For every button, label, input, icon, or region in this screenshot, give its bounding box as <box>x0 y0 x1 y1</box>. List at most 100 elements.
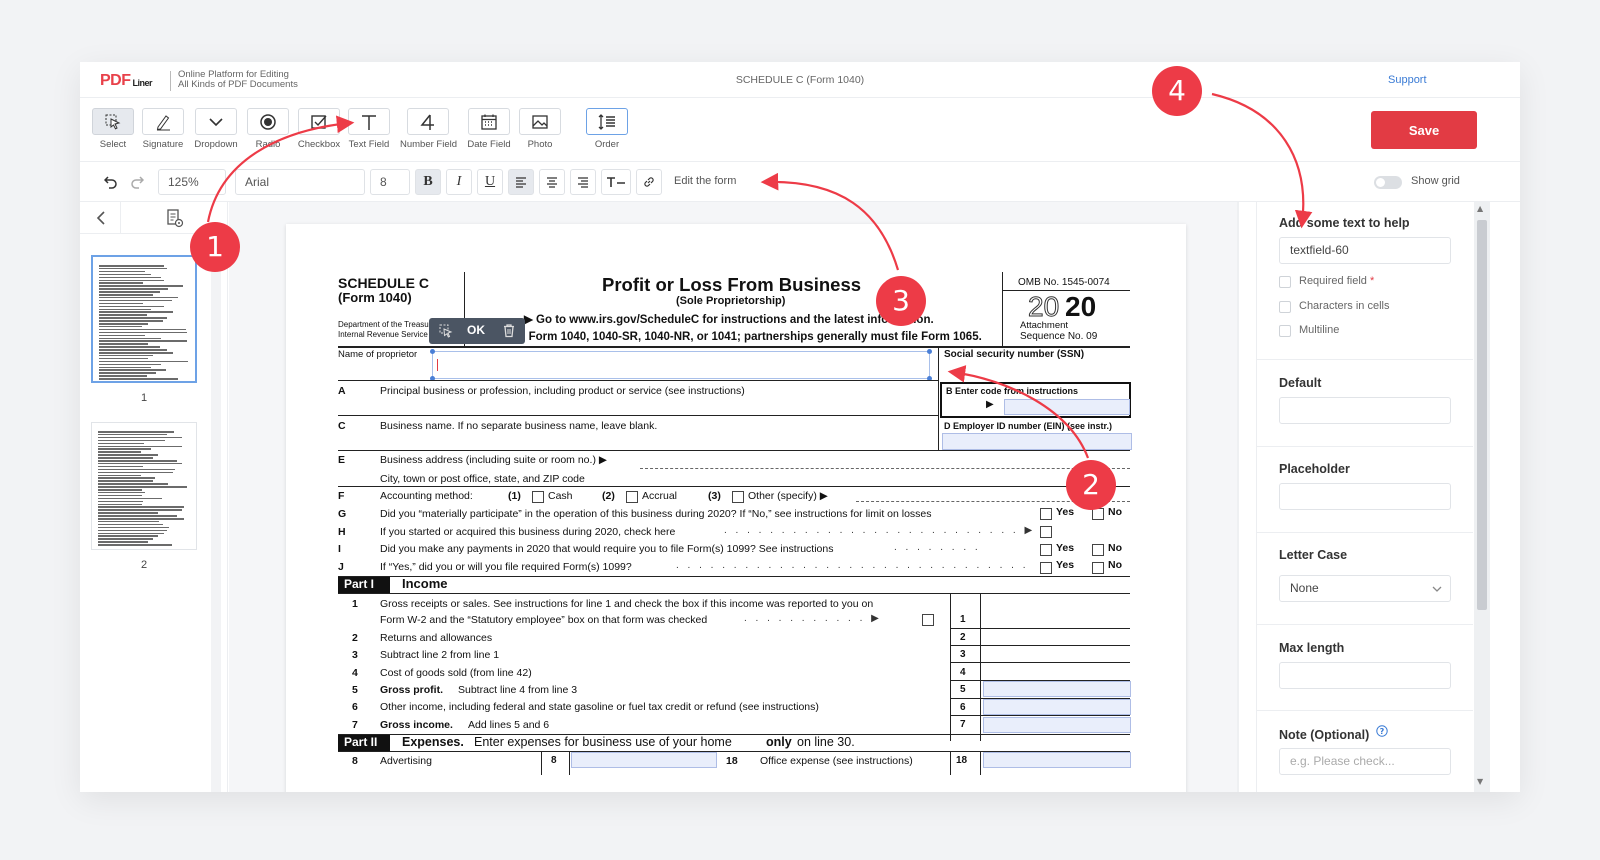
tool-photo[interactable]: Photo <box>512 108 568 150</box>
tool-radio[interactable]: Radio <box>240 108 296 150</box>
note-input[interactable]: e.g. Please check... <box>1279 748 1451 775</box>
j-no-checkbox[interactable] <box>1092 562 1104 574</box>
thumbnail-line <box>98 509 183 511</box>
redo-button[interactable] <box>124 169 150 195</box>
line-6-field[interactable] <box>983 699 1131 715</box>
default-input[interactable] <box>1279 397 1451 424</box>
select-icon[interactable] <box>439 324 453 338</box>
field-toolbar: Select Signature Dropdown Radio Checkbox… <box>80 98 1520 162</box>
align-center-button[interactable] <box>539 169 565 195</box>
l18-text: Office expense (see instructions) <box>760 755 913 767</box>
thumbnail-line <box>98 465 144 468</box>
save-button[interactable]: Save <box>1371 111 1477 149</box>
scroll-down-icon[interactable]: ▼ <box>1477 777 1483 786</box>
thumbnail-line <box>99 375 147 377</box>
tool-signature[interactable]: Signature <box>135 108 191 150</box>
canvas-scrollbar[interactable]: ▲ ▼ <box>1237 202 1239 792</box>
tool-text-field[interactable]: Text Field <box>341 108 397 150</box>
j-yes-checkbox[interactable] <box>1040 562 1052 574</box>
statutory-employee-checkbox[interactable] <box>922 614 934 626</box>
properties-scrollbar[interactable]: ▲ ▼ <box>1474 202 1490 792</box>
bold-button[interactable]: B <box>415 169 441 195</box>
accrual-checkbox[interactable] <box>626 491 638 503</box>
underline-button[interactable]: U <box>477 169 503 195</box>
thumbnails-scrollbar[interactable] <box>211 242 221 792</box>
thumbnail-line <box>99 296 179 299</box>
thumbnail-line <box>99 343 149 345</box>
tool-date-field-label: Date Field <box>467 139 511 150</box>
form-j-text: If “Yes,” did you or will you file requi… <box>380 561 632 573</box>
line-5-field[interactable] <box>983 681 1131 697</box>
link-icon <box>644 177 654 187</box>
align-center-icon <box>547 177 557 188</box>
thumbnail-line <box>98 526 169 529</box>
thumbnail-line <box>99 349 167 351</box>
thumbnail-line <box>98 489 143 491</box>
line-8-field[interactable] <box>571 752 717 768</box>
italic-button[interactable]: I <box>446 169 472 195</box>
l5-bold: Gross profit. <box>380 684 444 696</box>
l3-text: Subtract line 2 from line 1 <box>380 649 500 661</box>
font-size-select[interactable]: 8 <box>370 169 410 195</box>
align-right-button[interactable] <box>570 169 596 195</box>
tool-order[interactable]: Order <box>579 108 635 150</box>
page-thumbnail-1[interactable] <box>91 255 197 383</box>
name-of-proprietor-field[interactable] <box>430 349 932 381</box>
trash-icon[interactable] <box>502 323 516 338</box>
help-text-input[interactable]: textfield-60 <box>1279 237 1451 264</box>
max-length-input[interactable] <box>1279 662 1451 689</box>
business-code-field[interactable] <box>1004 399 1130 415</box>
tool-checkbox[interactable]: Checkbox <box>291 108 347 150</box>
page-settings-icon[interactable] <box>166 208 184 228</box>
chevron-down-icon <box>209 118 223 127</box>
font-family-select[interactable]: Arial <box>235 169 365 195</box>
placeholder-input[interactable] <box>1279 483 1451 510</box>
scroll-up-icon[interactable]: ▲ <box>1477 204 1483 213</box>
help-circle-icon[interactable]: ? <box>1376 725 1388 737</box>
properties-scroll-thumb[interactable] <box>1477 220 1487 610</box>
page-thumbnail-2[interactable] <box>91 422 197 550</box>
text-spacing-button[interactable] <box>601 169 631 195</box>
multiline-checkbox[interactable] <box>1279 325 1291 337</box>
letter-case-select[interactable]: None <box>1279 575 1451 602</box>
popup-ok-button[interactable]: OK <box>467 323 485 337</box>
thumbnail-line <box>99 273 152 276</box>
tool-date-field[interactable]: Date Field <box>461 108 517 150</box>
undo-button[interactable] <box>98 169 124 195</box>
ein-field[interactable] <box>942 433 1132 450</box>
required-field-checkbox[interactable] <box>1279 276 1291 288</box>
thumbnail-line <box>98 474 142 477</box>
tool-dropdown[interactable]: Dropdown <box>188 108 244 150</box>
other-method-checkbox[interactable] <box>732 491 744 503</box>
zoom-select[interactable]: 125% <box>158 169 226 195</box>
characters-in-cells-checkbox[interactable] <box>1279 301 1291 313</box>
tool-number-field[interactable]: Number Field <box>400 108 457 150</box>
required-field-label: Required field * <box>1299 275 1375 287</box>
show-grid-toggle[interactable] <box>1374 176 1402 189</box>
line-7-field[interactable] <box>983 717 1131 733</box>
link-button[interactable] <box>636 169 662 195</box>
form-e-letter: E <box>338 454 346 466</box>
thumbnail-line <box>99 267 168 270</box>
thumbnail-line <box>99 346 160 348</box>
chevron-left-icon[interactable] <box>94 210 108 226</box>
cash-checkbox[interactable] <box>532 491 544 503</box>
placeholder-label: Placeholder <box>1279 462 1350 476</box>
note-label: Note (Optional) ? <box>1279 725 1388 742</box>
line-18-field[interactable] <box>983 752 1131 768</box>
default-label: Default <box>1279 376 1322 390</box>
h-checkbox[interactable] <box>1040 526 1052 538</box>
thumbnail-line <box>99 291 160 293</box>
g-yes-checkbox[interactable] <box>1040 508 1052 520</box>
calendar-icon <box>481 114 497 130</box>
tool-select[interactable]: Select <box>85 108 141 150</box>
form-f2-text: Accrual <box>642 490 678 502</box>
thumbnail-line <box>98 500 144 503</box>
edit-form-link[interactable]: Edit the form <box>674 175 736 187</box>
support-link[interactable]: Support <box>1388 74 1427 86</box>
thumbnail-line <box>99 369 167 371</box>
i-no-checkbox[interactable] <box>1092 544 1104 556</box>
align-left-button[interactable] <box>508 169 534 195</box>
i-yes-checkbox[interactable] <box>1040 544 1052 556</box>
thumbnail-line <box>98 448 151 450</box>
